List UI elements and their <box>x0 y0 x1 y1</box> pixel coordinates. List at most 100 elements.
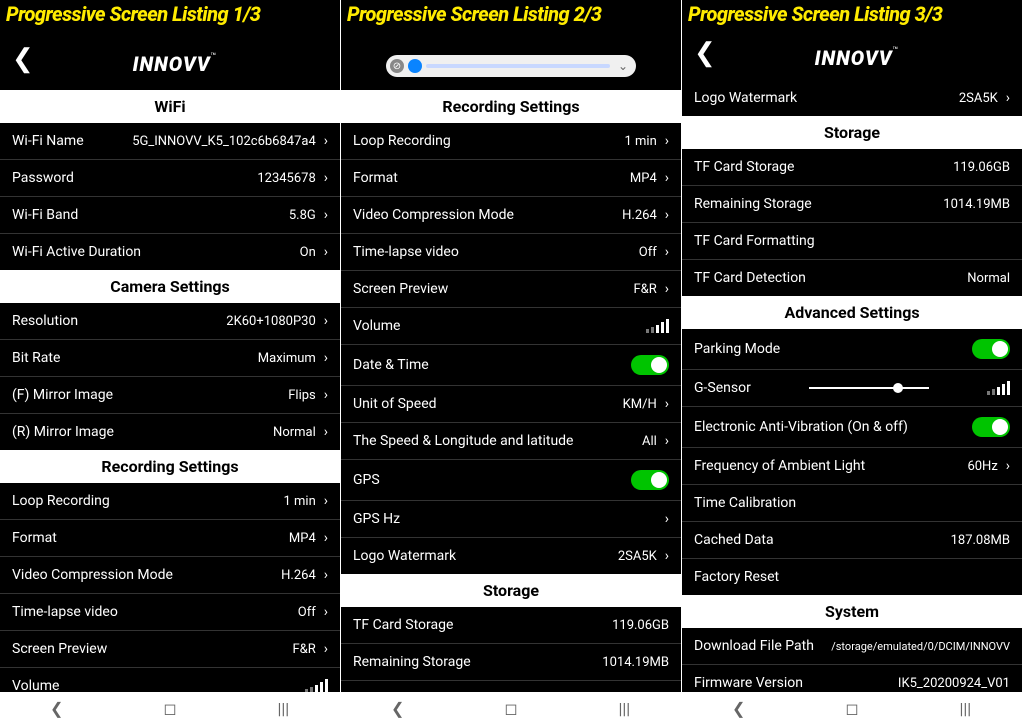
chevron-down-icon[interactable]: ⌄ <box>614 59 632 73</box>
volume-popup[interactable]: ⊘ ⌄ <box>386 55 636 77</box>
screen-1: Progressive Screen Listing 1/3 ❮ INNOVV™… <box>0 0 341 724</box>
system-list: Download File Path/storage/emulated/0/DC… <box>682 628 1022 692</box>
row-speed-location[interactable]: The Speed & Longitude and latitudeAll› <box>341 423 681 460</box>
row-tf-format[interactable]: TF Card Formatting <box>341 681 681 692</box>
row-resolution[interactable]: Resolution 2K60+1080P30› <box>0 303 340 340</box>
camera-list: Resolution 2K60+1080P30› Bit Rate Maximu… <box>0 303 340 450</box>
row-tf-storage[interactable]: TF Card Storage119.06GB <box>682 149 1022 186</box>
storage-list-2: TF Card Storage119.06GB Remaining Storag… <box>341 607 681 692</box>
nav-back-icon[interactable]: ❮ <box>37 699 77 718</box>
row-loop[interactable]: Loop Recording1 min› <box>341 123 681 160</box>
chevron-right-icon: › <box>665 133 669 149</box>
chevron-right-icon: › <box>665 548 669 564</box>
row-format[interactable]: Format MP4› <box>0 520 340 557</box>
row-gsensor[interactable]: G-Sensor <box>682 370 1022 407</box>
row-remaining[interactable]: Remaining Storage1014.19MB <box>682 186 1022 223</box>
row-parking[interactable]: Parking Mode <box>682 329 1022 370</box>
row-volume[interactable]: Volume <box>341 308 681 345</box>
row-unit-speed[interactable]: Unit of SpeedKM/H› <box>341 386 681 423</box>
row-wifi-password[interactable]: Password 12345678› <box>0 160 340 197</box>
chevron-right-icon: › <box>324 387 328 403</box>
chevron-right-icon: › <box>324 530 328 546</box>
chevron-right-icon: › <box>324 567 328 583</box>
row-logo-watermark[interactable]: Logo Watermark2SA5K› <box>682 80 1022 116</box>
section-advanced: Advanced Settings <box>682 296 1022 329</box>
row-freq-light[interactable]: Frequency of Ambient Light60Hz› <box>682 448 1022 485</box>
row-wifi-active[interactable]: Wi-Fi Active Duration On› <box>0 234 340 270</box>
row-tf-format[interactable]: TF Card Formatting <box>682 223 1022 260</box>
row-gps[interactable]: GPS <box>341 460 681 501</box>
brand-logo: INNOVV™ <box>734 46 980 70</box>
row-tf-storage[interactable]: TF Card Storage119.06GB <box>341 607 681 644</box>
row-cached[interactable]: Cached Data187.08MB <box>682 522 1022 559</box>
row-f-mirror[interactable]: (F) Mirror Image Flips› <box>0 377 340 414</box>
top-list-3: Logo Watermark2SA5K› <box>682 80 1022 116</box>
storage-list-3: TF Card Storage119.06GB Remaining Storag… <box>682 149 1022 296</box>
toggle-parking[interactable] <box>972 339 1010 359</box>
row-wifi-band[interactable]: Wi-Fi Band 5.8G› <box>0 197 340 234</box>
section-recording: Recording Settings <box>341 90 681 123</box>
row-factory-reset[interactable]: Factory Reset <box>682 559 1022 595</box>
row-timelapse[interactable]: Time-lapse video Off› <box>0 594 340 631</box>
settings-scroll[interactable]: Logo Watermark2SA5K› Storage TF Card Sto… <box>682 80 1022 692</box>
row-r-mirror[interactable]: (R) Mirror Image Normal› <box>0 414 340 450</box>
chevron-right-icon: › <box>324 207 328 223</box>
nav-recent-icon[interactable]: ||| <box>604 699 644 718</box>
toggle-gps[interactable] <box>631 470 669 490</box>
chevron-right-icon: › <box>1006 90 1010 106</box>
back-icon[interactable]: ❮ <box>694 38 716 68</box>
row-gpshz[interactable]: GPS Hz› <box>341 501 681 538</box>
row-format[interactable]: FormatMP4› <box>341 160 681 197</box>
chevron-right-icon: › <box>665 511 669 527</box>
screen-2: Progressive Screen Listing 2/3 INNOVV ⊘ … <box>341 0 682 724</box>
toggle-datetime[interactable] <box>631 355 669 375</box>
chevron-right-icon: › <box>665 170 669 186</box>
overlay-title-2: Progressive Screen Listing 2/3 <box>347 2 601 26</box>
row-download-path[interactable]: Download File Path/storage/emulated/0/DC… <box>682 628 1022 665</box>
section-system: System <box>682 595 1022 628</box>
nav-recent-icon[interactable]: ||| <box>263 699 303 718</box>
chevron-right-icon: › <box>665 396 669 412</box>
row-remaining[interactable]: Remaining Storage1014.19MB <box>341 644 681 681</box>
row-timelapse[interactable]: Time-lapse videoOff› <box>341 234 681 271</box>
nav-home-icon[interactable]: ◻ <box>491 699 531 718</box>
slider-track[interactable] <box>426 64 610 68</box>
screen-3: Progressive Screen Listing 3/3 ❮ INNOVV™… <box>682 0 1023 724</box>
row-screen-preview[interactable]: Screen PreviewF&R› <box>341 271 681 308</box>
android-nav-bar: ❮ ◻ ||| <box>341 692 681 724</box>
overlay-title-1: Progressive Screen Listing 1/3 <box>6 2 260 26</box>
row-tf-detect[interactable]: TF Card DetectionNormal <box>682 260 1022 296</box>
row-eav[interactable]: Electronic Anti-Vibration (On & off) <box>682 407 1022 448</box>
row-logo-watermark[interactable]: Logo Watermark2SA5K› <box>341 538 681 574</box>
row-loop[interactable]: Loop Recording 1 min› <box>0 483 340 520</box>
nav-home-icon[interactable]: ◻ <box>832 699 872 718</box>
settings-scroll[interactable]: Recording Settings Loop Recording1 min› … <box>341 90 681 692</box>
chevron-right-icon: › <box>324 604 328 620</box>
nav-back-icon[interactable]: ❮ <box>378 699 418 718</box>
chevron-right-icon: › <box>324 244 328 260</box>
chevron-right-icon: › <box>665 433 669 449</box>
chevron-right-icon: › <box>324 641 328 657</box>
row-firmware[interactable]: Firmware VersionIK5_20200924_V01 <box>682 665 1022 692</box>
row-datetime[interactable]: Date & Time <box>341 345 681 386</box>
nav-back-icon[interactable]: ❮ <box>719 699 759 718</box>
advanced-list: Parking Mode G-Sensor Electronic Anti-Vi… <box>682 329 1022 595</box>
row-screen-preview[interactable]: Screen Preview F&R› <box>0 631 340 668</box>
row-volume[interactable]: Volume <box>0 668 340 692</box>
gsensor-slider[interactable] <box>809 387 929 389</box>
row-wifi-name[interactable]: Wi-Fi Name 5G_INNOVV_K5_102c6b6847a4› <box>0 123 340 160</box>
row-bitrate[interactable]: Bit Rate Maximum› <box>0 340 340 377</box>
row-vcm[interactable]: Video Compression Mode H.264› <box>0 557 340 594</box>
nav-home-icon[interactable]: ◻ <box>150 699 190 718</box>
chevron-right-icon: › <box>665 207 669 223</box>
settings-scroll[interactable]: WiFi Wi-Fi Name 5G_INNOVV_K5_102c6b6847a… <box>0 90 340 692</box>
nav-recent-icon[interactable]: ||| <box>945 699 985 718</box>
row-vcm[interactable]: Video Compression ModeH.264› <box>341 197 681 234</box>
row-time-calibration[interactable]: Time Calibration <box>682 485 1022 522</box>
android-nav-bar: ❮ ◻ ||| <box>0 692 340 724</box>
back-icon[interactable]: ❮ <box>12 44 34 74</box>
slider-thumb[interactable] <box>408 59 422 73</box>
chevron-right-icon: › <box>324 424 328 440</box>
toggle-eav[interactable] <box>972 417 1010 437</box>
chevron-right-icon: › <box>324 493 328 509</box>
